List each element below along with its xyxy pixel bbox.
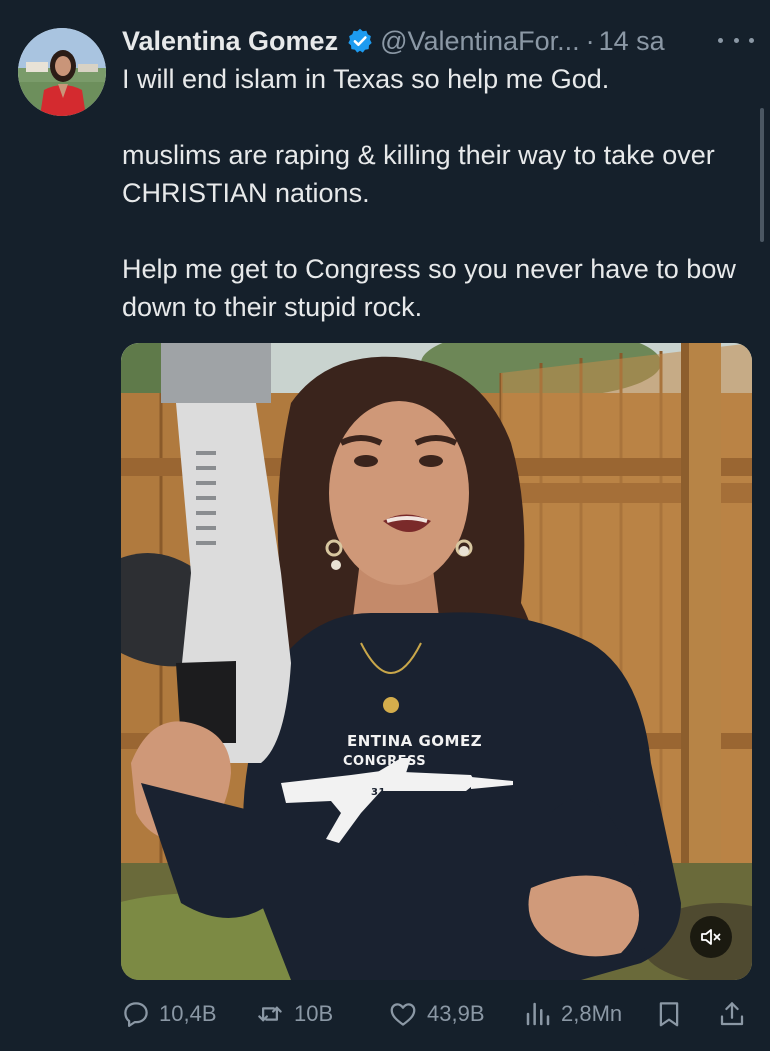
more-dot — [718, 37, 723, 43]
heart-icon — [387, 999, 419, 1029]
views-count: 2,8Mn — [561, 1001, 623, 1026]
bookmark-button[interactable] — [654, 994, 684, 1034]
like-count: 43,9B — [427, 1001, 485, 1026]
action-bar: 10,4B 10B 43,9B 2,8Mn — [121, 994, 752, 1034]
volume-muted-icon[interactable] — [690, 916, 732, 958]
share-button[interactable] — [717, 994, 747, 1034]
tweet-card[interactable]: Valentina Gomez @ValentinaFor... · 14 sa… — [0, 0, 770, 1051]
shirt-rifle-number: 31 — [371, 787, 386, 798]
share-icon — [717, 998, 747, 1030]
reply-icon — [121, 999, 151, 1029]
bookmark-icon — [654, 998, 684, 1030]
tweet-text-paragraph-3: Help me get to Congress so you never hav… — [122, 254, 736, 322]
tweet-header: Valentina Gomez @ValentinaFor... · 14 sa — [122, 22, 665, 60]
timestamp[interactable]: 14 sa — [599, 26, 665, 57]
tweet-text-paragraph-2: muslims are raping & killing their way t… — [122, 140, 715, 208]
video-frame — [121, 343, 752, 980]
display-name[interactable]: Valentina Gomez — [122, 26, 338, 57]
repost-count: 10B — [294, 1001, 334, 1026]
repost-button[interactable]: 10B — [254, 994, 333, 1034]
more-dot — [733, 37, 739, 43]
more-horizontal-icon[interactable] — [718, 30, 754, 50]
separator-dot: · — [585, 25, 595, 56]
tweet-text: I will end islam in Texas so help me God… — [122, 60, 742, 326]
scrollbar[interactable] — [760, 108, 764, 242]
author-handle[interactable]: @ValentinaFor... — [380, 26, 580, 57]
video-player[interactable]: ENTINA GOMEZ CONGRESS 31 — [121, 343, 752, 980]
repost-icon — [254, 999, 286, 1029]
more-dot — [749, 37, 754, 43]
shirt-text-line-2: CONGRESS — [343, 754, 427, 769]
tweet-text-line-1: I will end islam in Texas so help me God… — [122, 64, 610, 94]
verified-badge-icon — [346, 27, 374, 55]
views-chart-icon — [523, 999, 553, 1029]
avatar[interactable] — [18, 28, 106, 116]
reply-count: 10,4B — [159, 1001, 217, 1026]
like-button[interactable]: 43,9B — [387, 994, 485, 1034]
shirt-text-line-1: ENTINA GOMEZ — [347, 732, 483, 750]
reply-button[interactable]: 10,4B — [121, 994, 217, 1034]
views-button[interactable]: 2,8Mn — [523, 994, 622, 1034]
